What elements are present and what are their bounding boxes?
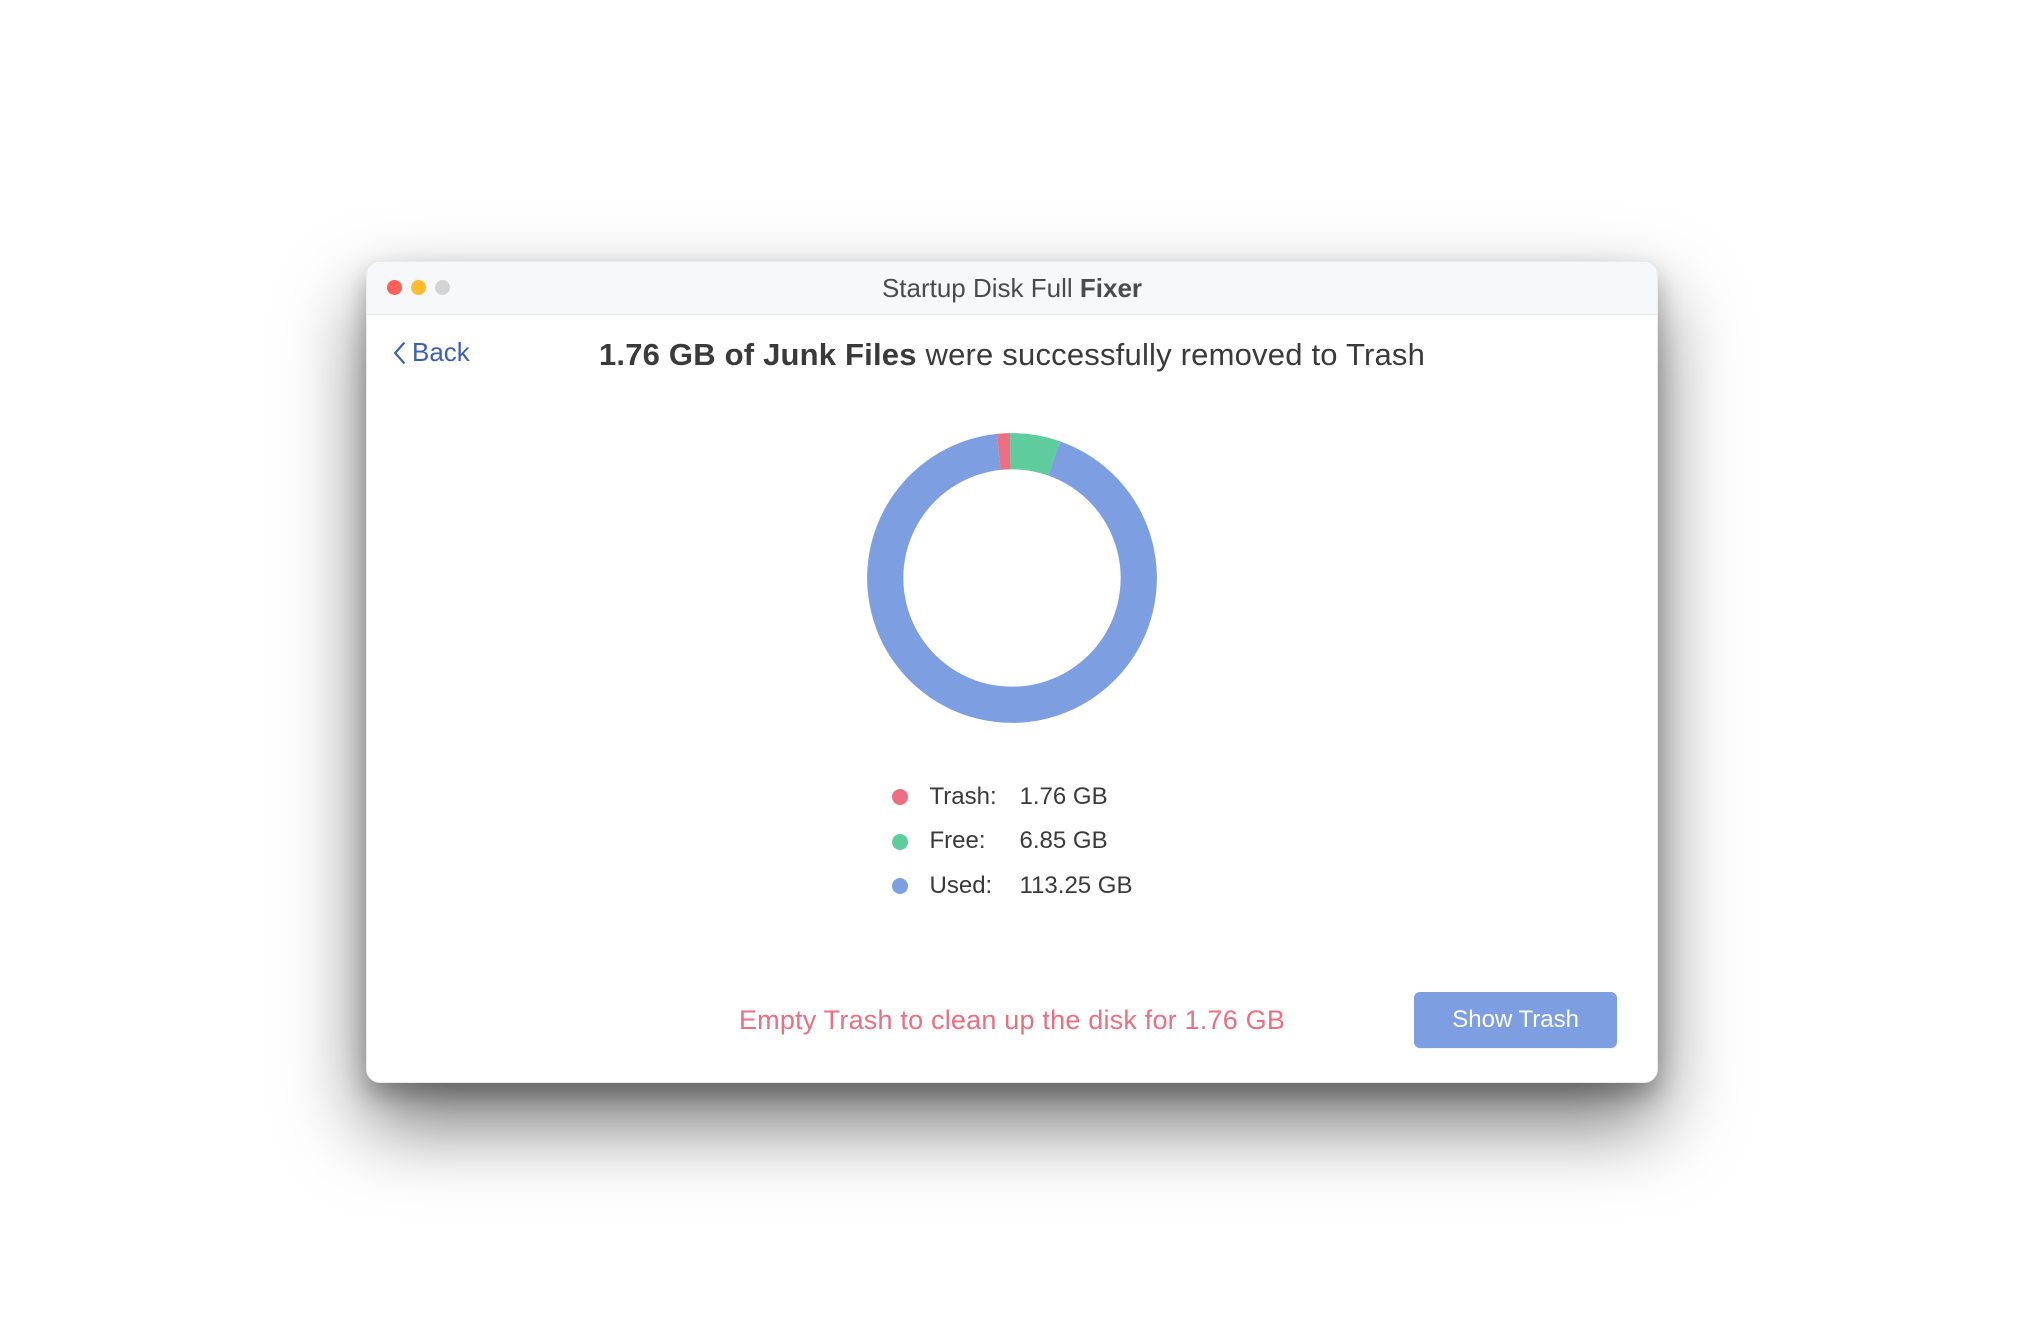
traffic-lights: [387, 280, 450, 295]
app-window: Startup Disk Full Fixer Back 1.76 GB of …: [366, 261, 1658, 1083]
legend-row-free: Free: 6.85 GB: [892, 819, 1133, 863]
show-trash-button[interactable]: Show Trash: [1414, 992, 1617, 1048]
legend-row-trash: Trash: 1.76 GB: [892, 775, 1133, 819]
donut-slice-used: [867, 434, 1157, 723]
empty-trash-hint: Empty Trash to clean up the disk for 1.7…: [739, 1005, 1285, 1036]
headline-bold: 1.76 GB of Junk Files: [599, 337, 917, 372]
close-icon[interactable]: [387, 280, 402, 295]
swatch-trash: [892, 789, 908, 805]
minimize-icon[interactable]: [411, 280, 426, 295]
legend-value-trash: 1.76 GB: [1020, 775, 1108, 819]
window-title-bold: Fixer: [1080, 273, 1142, 303]
headline-rest: were successfully removed to Trash: [917, 337, 1425, 372]
titlebar: Startup Disk Full Fixer: [367, 262, 1657, 315]
window-title: Startup Disk Full Fixer: [367, 273, 1657, 304]
swatch-free: [892, 834, 908, 850]
chevron-left-icon: [393, 342, 406, 364]
swatch-used: [892, 878, 908, 894]
legend: Trash: 1.76 GB Free: 6.85 GB Used: 113.2…: [892, 775, 1133, 908]
back-button[interactable]: Back: [393, 337, 470, 368]
window-title-prefix: Startup Disk Full: [882, 273, 1080, 303]
legend-row-used: Used: 113.25 GB: [892, 864, 1133, 908]
disk-usage-donut-chart: [851, 417, 1173, 739]
footer: Empty Trash to clean up the disk for 1.7…: [407, 988, 1617, 1052]
back-label: Back: [412, 337, 470, 368]
legend-label-used: Used:: [930, 864, 1020, 908]
chart-container: [407, 417, 1617, 739]
zoom-icon: [435, 280, 450, 295]
headline: 1.76 GB of Junk Files were successfully …: [407, 337, 1617, 373]
legend-label-free: Free:: [930, 819, 1020, 863]
legend-label-trash: Trash:: [930, 775, 1020, 819]
content-area: Back 1.76 GB of Junk Files were successf…: [367, 315, 1657, 1082]
legend-value-free: 6.85 GB: [1020, 819, 1108, 863]
legend-value-used: 113.25 GB: [1020, 864, 1133, 908]
